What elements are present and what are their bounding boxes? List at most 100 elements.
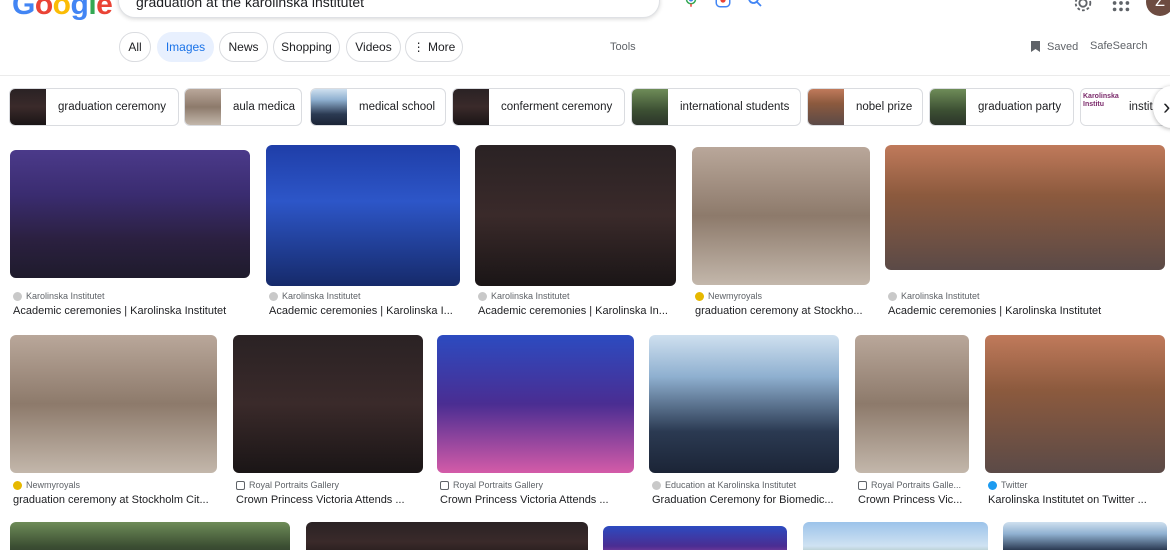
image-result[interactable] (1003, 522, 1167, 550)
result-title[interactable]: Crown Princess Vic... (858, 494, 972, 506)
chip-thumbnail (453, 89, 489, 125)
result-image[interactable] (233, 335, 423, 473)
chip-label: international students (680, 101, 790, 113)
image-result[interactable]: Karolinska Institutet Academic ceremonie… (885, 145, 1165, 320)
result-image[interactable] (1003, 522, 1167, 550)
microphone-icon[interactable] (682, 0, 700, 9)
result-image[interactable] (692, 147, 870, 285)
image-result[interactable]: Education at Karolinska Institutet Gradu… (649, 335, 839, 510)
image-result[interactable] (306, 522, 588, 550)
crown-icon (13, 480, 22, 490)
chip-thumbnail (311, 89, 347, 125)
source-label: Royal Portraits Gallery (249, 480, 340, 490)
result-image[interactable] (855, 335, 969, 473)
account-avatar[interactable]: Z (1146, 0, 1170, 16)
image-result[interactable] (603, 526, 787, 550)
result-image[interactable] (437, 335, 634, 473)
result-source[interactable]: Karolinska Institutet (269, 291, 361, 301)
result-source[interactable]: Newmyroyals (695, 291, 762, 301)
chip-thumbnail (10, 89, 46, 125)
result-image[interactable] (266, 145, 460, 286)
result-image[interactable] (803, 522, 988, 550)
result-title[interactable]: Academic ceremonies | Karolinska Institu… (13, 305, 253, 317)
source-label: Royal Portraits Galle... (871, 480, 962, 490)
source-label: Newmyroyals (708, 291, 763, 301)
image-result[interactable]: Twitter Karolinska Institutet on Twitter… (985, 335, 1165, 510)
safesearch-button[interactable]: SafeSearch (1090, 40, 1147, 52)
result-image[interactable] (306, 522, 588, 550)
result-image[interactable] (475, 145, 676, 286)
apps-grid-icon[interactable] (1110, 0, 1132, 14)
search-box[interactable]: graduation at the karolinska institutet (118, 0, 762, 18)
result-source[interactable]: Karolinska Institutet (13, 291, 105, 301)
portrait-icon (858, 480, 867, 490)
result-image[interactable] (885, 145, 1165, 270)
chip-graduation-party[interactable]: graduation party (929, 88, 1074, 126)
result-title[interactable]: Crown Princess Victoria Attends ... (236, 494, 426, 506)
chip-international-students[interactable]: international students (631, 88, 801, 126)
chip-medical-school[interactable]: medical school (310, 88, 446, 126)
tab-more-label: More (428, 40, 456, 54)
result-title[interactable]: graduation ceremony at Stockho... (695, 305, 873, 317)
result-source[interactable]: Education at Karolinska Institutet (652, 480, 796, 490)
image-result[interactable]: Karolinska Institutet Academic ceremonie… (266, 145, 460, 320)
tab-videos[interactable]: Videos (346, 32, 401, 62)
result-title[interactable]: Academic ceremonies | Karolinska In... (478, 305, 679, 317)
twitter-icon (988, 480, 997, 490)
source-label: Karolinska Institutet (282, 291, 361, 301)
tab-shopping[interactable]: Shopping (273, 32, 340, 62)
tab-more[interactable]: ⋮ More (405, 32, 463, 62)
chip-thumbnail (808, 89, 844, 125)
result-image[interactable] (10, 335, 217, 473)
result-title[interactable]: Crown Princess Victoria Attends ... (440, 494, 637, 506)
result-source[interactable]: Karolinska Institutet (478, 291, 570, 301)
chip-thumbnail: Karolinska Institu (1081, 89, 1119, 125)
image-result[interactable]: Royal Portraits Galle... Crown Princess … (855, 335, 969, 510)
result-title[interactable]: Graduation Ceremony for Biomedic... (652, 494, 842, 506)
result-source[interactable]: Royal Portraits Gallery (440, 480, 543, 490)
lens-icon[interactable] (714, 0, 732, 9)
portrait-icon (236, 480, 245, 490)
result-image[interactable] (603, 526, 787, 550)
result-title[interactable]: Academic ceremonies | Karolinska Institu… (888, 305, 1168, 317)
result-source[interactable]: Royal Portraits Gallery (236, 480, 339, 490)
image-result[interactable] (803, 522, 988, 550)
tab-news[interactable]: News (219, 32, 268, 62)
result-source[interactable]: Royal Portraits Galle... (858, 480, 961, 490)
google-logo[interactable]: Google (12, 0, 113, 22)
result-title[interactable]: Academic ceremonies | Karolinska I... (269, 305, 463, 317)
image-result[interactable]: Newmyroyals graduation ceremony at Stock… (692, 147, 870, 320)
image-result[interactable]: Karolinska Institutet Academic ceremonie… (10, 150, 250, 320)
header-divider (0, 75, 1170, 76)
result-source[interactable]: Twitter (988, 480, 1028, 490)
search-icon[interactable] (746, 0, 764, 9)
image-result[interactable]: Karolinska Institutet Academic ceremonie… (475, 145, 676, 320)
result-image[interactable] (985, 335, 1165, 473)
chip-graduation-ceremony[interactable]: graduation ceremony (9, 88, 179, 126)
chip-aula-medica[interactable]: aula medica (184, 88, 302, 126)
result-image[interactable] (10, 522, 290, 550)
image-result[interactable] (10, 522, 290, 550)
image-result[interactable]: Newmyroyals graduation ceremony at Stock… (10, 335, 217, 510)
tab-all[interactable]: All (119, 32, 151, 62)
tools-button[interactable]: Tools (610, 41, 636, 53)
favicon-icon (652, 480, 661, 490)
result-source[interactable]: Newmyroyals (13, 480, 80, 490)
result-title[interactable]: graduation ceremony at Stockholm Cit... (13, 494, 220, 506)
image-result[interactable]: Royal Portraits Gallery Crown Princess V… (233, 335, 423, 510)
result-image[interactable] (649, 335, 839, 473)
result-title[interactable]: Karolinska Institutet on Twitter ... (988, 494, 1168, 506)
chip-label: medical school (359, 101, 436, 113)
result-source[interactable]: Karolinska Institutet (888, 291, 980, 301)
image-result[interactable]: Royal Portraits Gallery Crown Princess V… (437, 335, 634, 510)
saved-button[interactable]: Saved (1030, 40, 1078, 53)
bookmark-icon (1031, 41, 1040, 52)
chip-label: aula medica (233, 101, 296, 113)
chip-nobel-prize[interactable]: nobel prize (807, 88, 923, 126)
result-image[interactable] (10, 150, 250, 278)
source-label: Karolinska Institutet (26, 291, 105, 301)
search-input[interactable]: graduation at the karolinska institutet (136, 0, 364, 10)
chip-conferment-ceremony[interactable]: conferment ceremony (452, 88, 625, 126)
tab-images[interactable]: Images (157, 32, 214, 62)
settings-gear-icon[interactable] (1072, 0, 1094, 14)
